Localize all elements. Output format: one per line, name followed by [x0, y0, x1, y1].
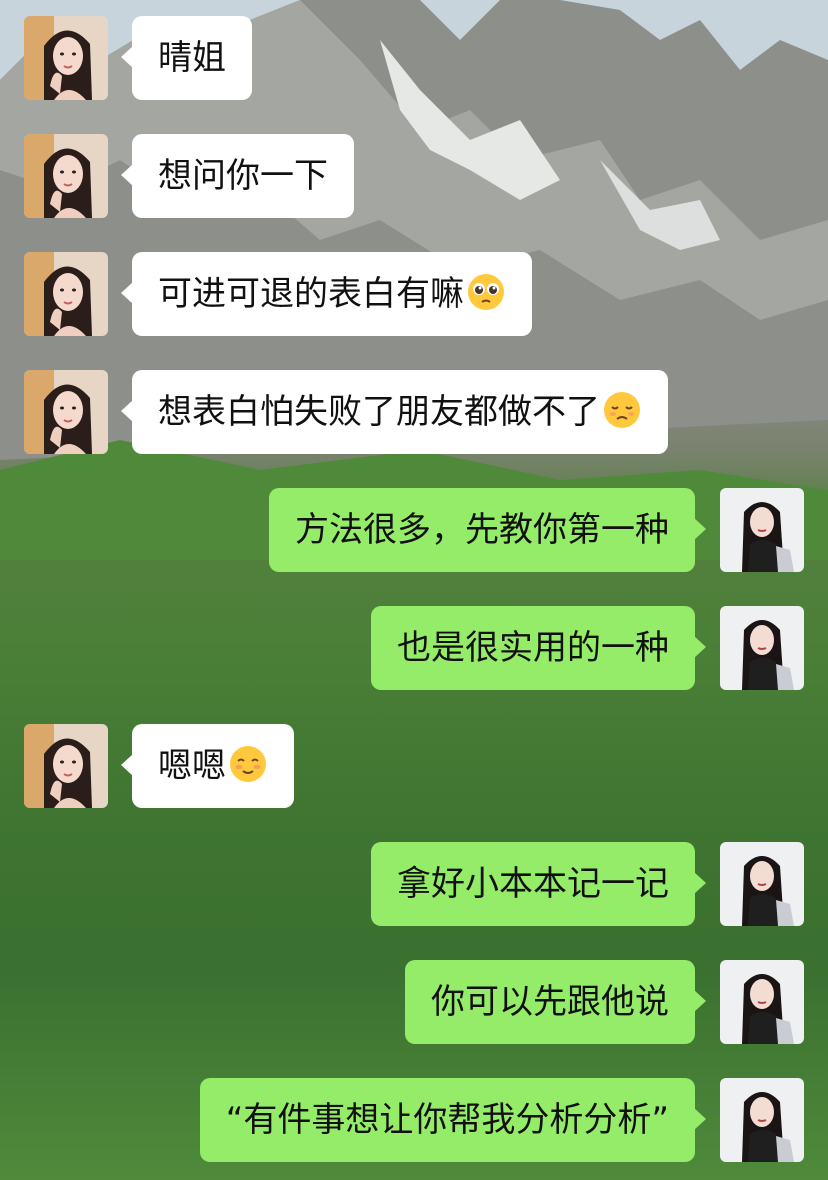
message-row: 想问你一下	[0, 134, 828, 218]
received-message-bubble[interactable]: 晴姐	[121, 16, 252, 100]
sent-message-bubble[interactable]: “有件事想让你帮我分析分析”	[199, 1078, 707, 1162]
female-portrait-icon	[24, 16, 108, 100]
message-row: 方法很多，先教你第一种	[0, 488, 828, 572]
contact-avatar[interactable]	[24, 16, 108, 100]
message-text: 你可以先跟他说	[431, 982, 669, 1022]
contact-avatar[interactable]	[24, 370, 108, 454]
sent-message-bubble[interactable]: 拿好小本本记一记	[371, 842, 706, 926]
self-avatar[interactable]	[720, 1078, 804, 1162]
sent-message-bubble[interactable]: 你可以先跟他说	[405, 960, 706, 1044]
message-row: 想表白怕失败了朋友都做不了	[0, 370, 828, 454]
self-avatar[interactable]	[720, 606, 804, 690]
message-row: 拿好小本本记一记	[0, 842, 828, 926]
received-message-bubble[interactable]: 嗯嗯	[121, 724, 294, 808]
female-portrait-dark-hair-icon	[720, 606, 804, 690]
self-avatar[interactable]	[720, 488, 804, 572]
sent-message-bubble[interactable]: 方法很多，先教你第一种	[269, 488, 706, 572]
received-message-bubble[interactable]: 想表白怕失败了朋友都做不了	[121, 370, 668, 454]
message-text: 也是很实用的一种	[397, 628, 669, 668]
smiling-face-emoji-icon	[230, 746, 266, 782]
message-row: “有件事想让你帮我分析分析”	[0, 1078, 828, 1162]
message-row: 嗯嗯	[0, 724, 828, 808]
message-text: 想问你一下	[158, 156, 328, 196]
message-row: 你可以先跟他说	[0, 960, 828, 1044]
message-row: 也是很实用的一种	[0, 606, 828, 690]
self-avatar[interactable]	[720, 842, 804, 926]
message-text: 想表白怕失败了朋友都做不了	[158, 392, 600, 432]
self-avatar[interactable]	[720, 960, 804, 1044]
message-text: 嗯嗯	[158, 746, 226, 786]
female-portrait-icon	[24, 724, 108, 808]
message-text: “有件事想让你帮我分析分析”	[225, 1100, 669, 1140]
female-portrait-dark-hair-icon	[720, 960, 804, 1044]
contact-avatar[interactable]	[24, 134, 108, 218]
message-text: 可进可退的表白有嘛	[158, 274, 464, 314]
female-portrait-icon	[24, 370, 108, 454]
female-portrait-icon	[24, 134, 108, 218]
disappointed-face-emoji-icon	[604, 392, 640, 428]
contact-avatar[interactable]	[24, 724, 108, 808]
message-row: 可进可退的表白有嘛	[0, 252, 828, 336]
female-portrait-dark-hair-icon	[720, 488, 804, 572]
message-text: 拿好小本本记一记	[397, 864, 669, 904]
female-portrait-icon	[24, 252, 108, 336]
sent-message-bubble[interactable]: 也是很实用的一种	[371, 606, 706, 690]
contact-avatar[interactable]	[24, 252, 108, 336]
message-text: 方法很多，先教你第一种	[295, 510, 669, 550]
message-row: 晴姐	[0, 16, 828, 100]
female-portrait-dark-hair-icon	[720, 1078, 804, 1162]
received-message-bubble[interactable]: 想问你一下	[121, 134, 354, 218]
message-text: 晴姐	[158, 38, 226, 78]
pleading-face-emoji-icon	[468, 274, 504, 310]
received-message-bubble[interactable]: 可进可退的表白有嘛	[121, 252, 532, 336]
female-portrait-dark-hair-icon	[720, 842, 804, 926]
